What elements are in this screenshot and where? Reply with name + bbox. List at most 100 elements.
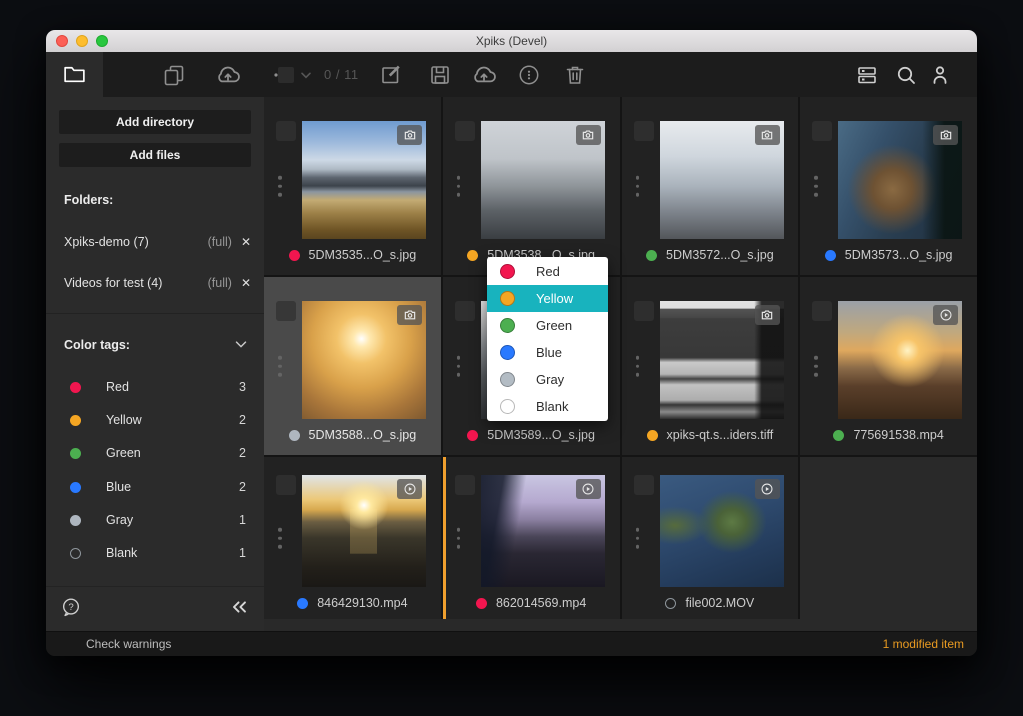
popup-item-blank[interactable]: Blank [487,393,608,420]
collapse-tags-chevron-icon[interactable] [232,335,250,353]
cell-checkbox[interactable] [634,121,654,141]
folder-item[interactable]: Videos for test (4) (full) ✕ [64,270,251,296]
drag-handle-icon[interactable] [636,356,640,377]
popup-item-blue[interactable]: Blue [487,339,608,366]
divider [46,313,264,314]
copy-icon[interactable] [162,63,186,87]
cell-checkbox[interactable] [634,475,654,495]
folder-item[interactable]: Xpiks-demo (7) (full) ✕ [64,229,251,255]
tag-dot [70,448,81,459]
popup-item-gray[interactable]: Gray [487,366,608,393]
toolbar: 0 / 11 [46,52,977,97]
color-tag-dot[interactable] [647,430,658,441]
thumbnail[interactable] [660,475,784,587]
cloud-upload-icon[interactable] [470,61,498,89]
play-icon [576,479,601,499]
drag-handle-icon[interactable] [636,176,640,197]
popup-item-green[interactable]: Green [487,312,608,339]
drag-handle-icon[interactable] [814,356,818,377]
tag-label: Green [106,446,239,460]
color-tag-filter[interactable]: Blank 1 [46,540,264,566]
thumbnail[interactable] [302,301,426,419]
media-cell[interactable]: 5DM3538...O_s.jpg [443,97,620,275]
media-cell[interactable]: 5DM3573...O_s.jpg [800,97,977,275]
cell-checkbox[interactable] [812,301,832,321]
select-all-checkbox[interactable] [278,67,294,83]
color-tag-filter[interactable]: Green 2 [46,440,264,466]
media-cell[interactable]: 5DM3572...O_s.jpg [622,97,799,275]
play-icon [397,479,422,499]
drag-handle-icon[interactable] [457,176,461,197]
popup-item-yellow-selected[interactable]: Yellow [487,285,608,312]
media-cell[interactable]: file002.MOV [622,457,799,619]
drag-handle-icon[interactable] [278,528,282,549]
edit-icon[interactable] [379,63,403,87]
thumbnail[interactable] [838,121,962,239]
media-cell-selected[interactable]: 5DM3588...O_s.jpg [264,277,441,455]
media-cell[interactable]: 775691538.mp4 [800,277,977,455]
rows-view-icon[interactable] [855,63,879,87]
drag-handle-icon[interactable] [457,356,461,377]
cell-checkbox[interactable] [634,301,654,321]
filename-label: 846429130.mp4 [317,596,407,610]
media-cell-modified[interactable]: 862014569.mp4 [443,457,620,619]
color-tag-filter[interactable]: Blue 2 [46,474,264,500]
color-tag-dot[interactable] [825,250,836,261]
cell-checkbox[interactable] [276,301,296,321]
thumbnail[interactable] [302,121,426,239]
help-icon[interactable]: ? [60,596,82,623]
color-tag-filter[interactable]: Gray 1 [46,507,264,533]
color-tag-dot[interactable] [289,430,300,441]
thumbnail[interactable] [660,121,784,239]
filename-row: 5DM3572...O_s.jpg [622,248,799,262]
check-warnings-link[interactable]: Check warnings [86,637,171,651]
save-icon[interactable] [428,63,452,87]
filename-label: 5DM3572...O_s.jpg [666,248,774,262]
drag-handle-icon[interactable] [457,528,461,549]
thumbnail[interactable] [838,301,962,419]
thumbnail[interactable] [481,121,605,239]
color-tag-dot[interactable] [289,250,300,261]
drag-handle-icon[interactable] [278,356,282,377]
filename-row: file002.MOV [622,596,799,610]
cloud-upload-left-icon[interactable] [214,61,242,89]
color-tag-dot[interactable] [467,430,478,441]
cell-checkbox[interactable] [276,475,296,495]
window-title: Xpiks (Devel) [46,34,977,48]
add-files-button[interactable]: Add files [59,143,251,167]
chevron-down-icon[interactable] [298,67,314,83]
collapse-sidebar-icon[interactable] [228,596,250,623]
add-directory-button[interactable]: Add directory [59,110,251,134]
color-tag-dot[interactable] [467,250,478,261]
drag-handle-icon[interactable] [278,176,282,197]
color-tag-dot[interactable] [833,430,844,441]
cell-checkbox[interactable] [455,475,475,495]
drag-handle-icon[interactable] [814,176,818,197]
media-cell[interactable]: 5DM3535...O_s.jpg [264,97,441,275]
media-cell[interactable]: xpiks-qt.s...iders.tiff [622,277,799,455]
thumbnail[interactable] [302,475,426,587]
remove-folder-icon[interactable]: ✕ [241,235,251,249]
cell-checkbox[interactable] [812,121,832,141]
info-more-icon[interactable] [517,63,541,87]
thumbnail[interactable] [481,475,605,587]
color-tag-dot[interactable] [665,598,676,609]
cell-checkbox[interactable] [455,121,475,141]
cell-checkbox[interactable] [276,121,296,141]
media-cell[interactable]: 846429130.mp4 [264,457,441,619]
drag-handle-icon[interactable] [636,528,640,549]
cell-checkbox[interactable] [455,301,475,321]
remove-folder-icon[interactable]: ✕ [241,276,251,290]
search-icon[interactable] [894,63,918,87]
color-tag-dot[interactable] [476,598,487,609]
thumbnail[interactable] [660,301,784,419]
user-icon[interactable] [928,63,952,87]
color-tag-dot[interactable] [297,598,308,609]
popup-item-red[interactable]: Red [487,258,608,285]
trash-icon[interactable] [563,63,587,87]
tab-folders[interactable] [46,52,103,97]
color-tag-filter[interactable]: Yellow 2 [46,407,264,433]
color-tag-dot[interactable] [646,250,657,261]
color-tag-filter[interactable]: Red 3 [46,374,264,400]
camera-icon [933,125,958,145]
